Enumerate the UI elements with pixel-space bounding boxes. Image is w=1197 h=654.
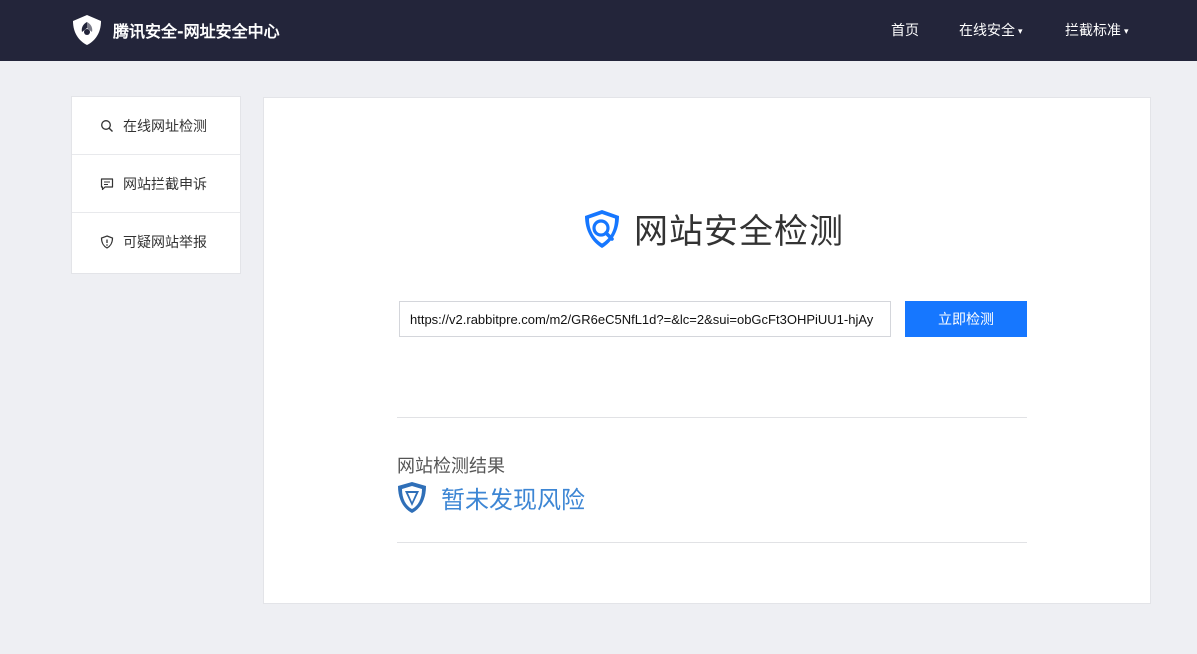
page-heading: 网站安全检测 <box>580 204 844 253</box>
page-title: 网站安全检测 <box>634 212 844 252</box>
search-icon <box>101 119 113 132</box>
nav-block-standard-label: 拦截标准 <box>1065 23 1121 39</box>
url-input[interactable] <box>399 301 891 337</box>
divider <box>397 542 1027 543</box>
shield-alert-icon <box>100 235 114 249</box>
nav-block-standard[interactable]: 拦截标准 ▾ <box>1065 20 1129 40</box>
result-label: 网站检测结果 <box>397 456 505 477</box>
sidebar-item-appeal[interactable]: 网站拦截申诉 <box>72 155 240 213</box>
main-panel: 网站安全检测 立即检测 网站检测结果 暂未发现风险 <box>263 97 1151 604</box>
nav-home[interactable]: 首页 <box>891 20 919 40</box>
chevron-down-icon: ▾ <box>1124 27 1129 37</box>
nav-online-security-label: 在线安全 <box>959 23 1015 39</box>
chevron-down-icon: ▾ <box>1018 27 1023 37</box>
sidebar: 在线网址检测 网站拦截申诉 可疑网站举报 <box>71 96 241 274</box>
top-navbar: 腾讯安全-网址安全中心 首页 在线安全 ▾ 拦截标准 ▾ <box>0 0 1197 61</box>
site-title[interactable]: 腾讯安全-网址安全中心 <box>113 18 280 42</box>
sidebar-item-label: 在线网址检测 <box>123 118 207 135</box>
sidebar-item-label: 网站拦截申诉 <box>123 176 207 193</box>
chat-icon <box>100 177 114 190</box>
nav-home-label: 首页 <box>891 23 919 39</box>
check-now-button[interactable]: 立即检测 <box>905 301 1027 337</box>
result-status: 暂未发现风险 <box>441 486 585 514</box>
sidebar-item-report[interactable]: 可疑网站举报 <box>72 213 240 271</box>
sidebar-item-url-check[interactable]: 在线网址检测 <box>72 97 240 155</box>
tencent-security-logo-icon[interactable] <box>70 13 104 47</box>
safe-shield-icon <box>398 482 426 513</box>
shield-search-icon <box>585 209 619 248</box>
sidebar-item-label: 可疑网站举报 <box>123 235 207 251</box>
divider <box>397 417 1027 418</box>
nav-online-security[interactable]: 在线安全 ▾ <box>959 20 1023 40</box>
result-row: 暂未发现风险 <box>397 480 585 515</box>
